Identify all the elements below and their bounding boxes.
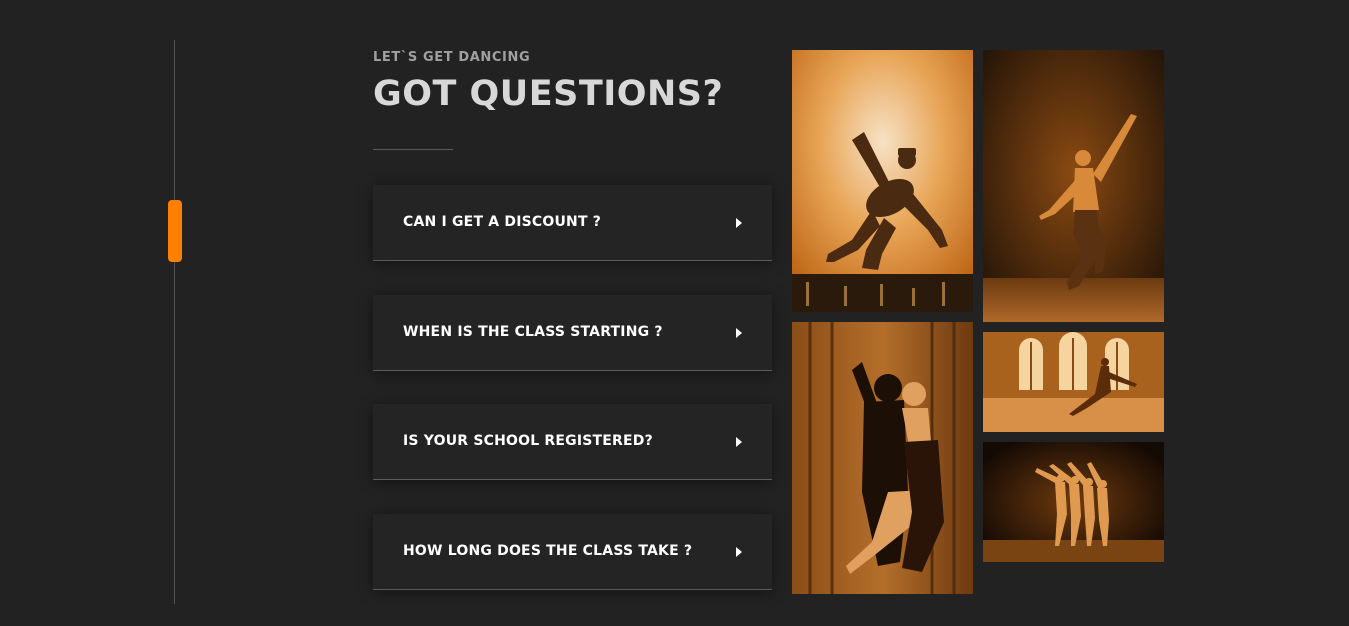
faq-item-discount[interactable]: CAN I GET A DISCOUNT ? [373, 185, 772, 261]
scroll-handle[interactable] [168, 200, 182, 262]
section-eyebrow: LET`S GET DANCING [373, 50, 531, 65]
section-title: GOT QUESTIONS? [373, 74, 724, 114]
tango-couple-photo [792, 322, 973, 594]
faq-question: WHEN IS THE CLASS STARTING ? [403, 324, 663, 340]
faq-item-registered[interactable]: IS YOUR SCHOOL REGISTERED? [373, 404, 772, 480]
title-divider [373, 149, 453, 150]
breakdancer-silhouette-photo [792, 50, 973, 312]
faq-question: HOW LONG DOES THE CLASS TAKE ? [403, 543, 693, 559]
faq-question: CAN I GET A DISCOUNT ? [403, 214, 602, 230]
caret-right-icon[interactable] [736, 437, 742, 447]
faq-question: IS YOUR SCHOOL REGISTERED? [403, 433, 653, 449]
caret-right-icon[interactable] [736, 218, 742, 228]
scroll-rail[interactable] [174, 40, 175, 604]
ballet-group-photo [983, 442, 1164, 562]
caret-right-icon[interactable] [736, 547, 742, 557]
faq-item-duration[interactable]: HOW LONG DOES THE CLASS TAKE ? [373, 514, 772, 590]
ballroom-dancers-photo [983, 332, 1164, 432]
male-dancer-stage-photo [983, 50, 1164, 322]
caret-right-icon[interactable] [736, 328, 742, 338]
faq-item-start[interactable]: WHEN IS THE CLASS STARTING ? [373, 295, 772, 371]
